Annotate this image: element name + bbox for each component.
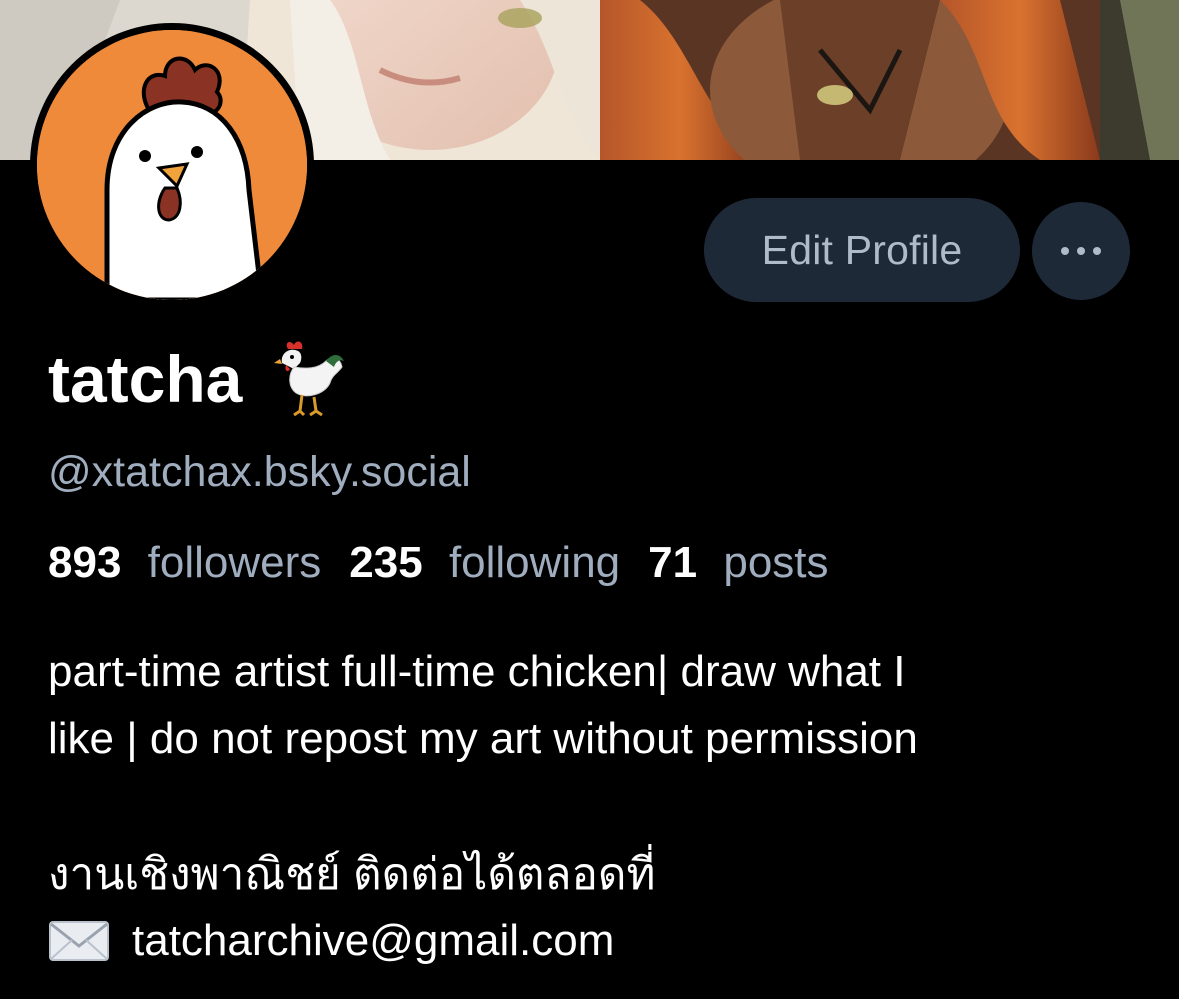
posts-label: posts — [723, 538, 829, 587]
posts-stat: 71 posts — [648, 538, 828, 588]
followers-stat[interactable]: 893 followers — [48, 538, 321, 588]
bio-line: like | do not repost my art without perm… — [48, 714, 918, 763]
following-label: following — [448, 538, 621, 587]
bio-line: part-time artist full-time chicken| draw… — [48, 647, 906, 696]
following-count: 235 — [349, 538, 423, 587]
followers-label: followers — [147, 538, 322, 587]
rooster-icon — [274, 341, 345, 417]
display-name: tatcha — [48, 334, 346, 424]
contact-line: งานเชิงพาณิชย์ ติดต่อได้ตลอดที่ — [48, 850, 656, 899]
envelope-icon — [49, 921, 109, 961]
profile-bio: part-time artist full-time chicken| draw… — [48, 638, 1148, 772]
profile-stats: 893 followers 235 following 71 posts — [48, 538, 829, 588]
edit-profile-label: Edit Profile — [761, 226, 963, 273]
avatar[interactable] — [37, 30, 307, 300]
edit-profile-button[interactable]: Edit Profile — [704, 198, 1020, 302]
chicken-avatar-icon — [37, 30, 307, 300]
profile-contact: งานเชิงพาณิชย์ ติดต่อได้ตลอดที่ tatcharc… — [48, 842, 655, 974]
ellipsis-icon — [1061, 247, 1101, 255]
email-link[interactable]: tatcharchive@gmail.com — [132, 908, 614, 974]
posts-count: 71 — [648, 538, 698, 587]
display-name-text: tatcha — [48, 342, 243, 416]
email-line: tatcharchive@gmail.com — [48, 908, 655, 974]
following-stat[interactable]: 235 following — [349, 538, 620, 588]
profile-handle: @xtatchax.bsky.social — [48, 448, 471, 496]
followers-count: 893 — [48, 538, 122, 587]
more-options-button[interactable] — [1032, 202, 1130, 300]
